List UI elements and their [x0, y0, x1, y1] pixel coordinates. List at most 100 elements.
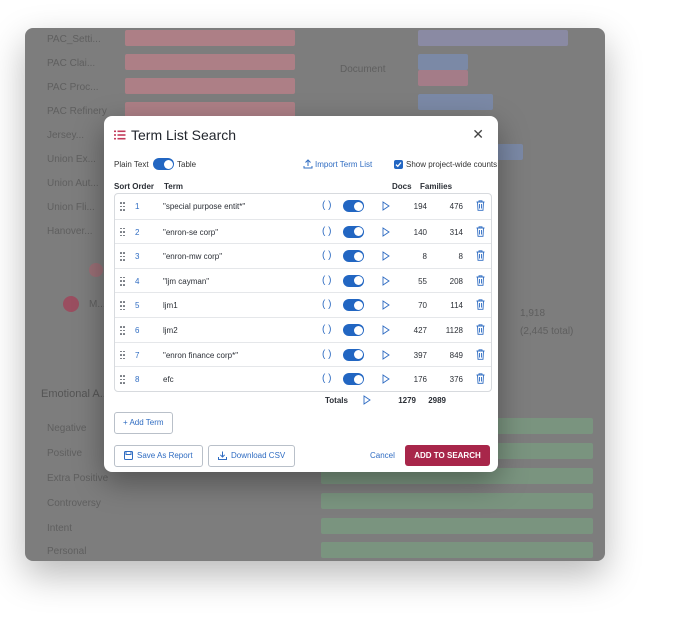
drag-handle-icon[interactable]: [120, 202, 126, 211]
parentheses-icon[interactable]: ( ): [322, 373, 331, 384]
play-icon[interactable]: [382, 201, 390, 211]
term-enabled-toggle[interactable]: [343, 250, 364, 263]
table-row: 7 "enron finance corp*" ( ) 397 849: [115, 341, 491, 367]
toggle-knob: [353, 300, 363, 310]
term-enabled-toggle[interactable]: [343, 299, 364, 312]
toggle-knob: [353, 227, 363, 237]
parentheses-icon[interactable]: ( ): [322, 349, 331, 360]
bg-label: (2,445 total): [520, 326, 574, 337]
show-counts-label: Show project-wide counts: [406, 160, 498, 169]
docs-cell: 55: [418, 276, 427, 286]
term-enabled-toggle[interactable]: [343, 348, 364, 361]
list-icon: [114, 130, 126, 140]
dialog-header: Term List Search ✕: [114, 126, 488, 148]
cancel-button[interactable]: Cancel: [370, 451, 395, 460]
close-icon[interactable]: ✕: [472, 126, 484, 143]
table-row: 6 ljm2 ( ) 427 1128: [115, 317, 491, 342]
term-header: Term: [164, 182, 183, 191]
drag-handle-icon[interactable]: [120, 252, 126, 261]
bg-label: PAC_Setti...: [47, 34, 101, 45]
bg-bar: [321, 542, 593, 558]
sort-order-cell: 1: [135, 202, 140, 211]
bg-bar: [418, 54, 468, 70]
families-cell: 1128: [445, 326, 463, 335]
bg-heading: Emotional A...: [41, 388, 109, 400]
play-icon[interactable]: [382, 251, 390, 262]
parentheses-icon[interactable]: ( ): [322, 299, 331, 310]
bg-label: PAC Clai...: [47, 58, 96, 69]
toggle-knob: [163, 159, 173, 169]
parentheses-icon[interactable]: ( ): [322, 226, 331, 237]
play-icon[interactable]: [382, 226, 390, 237]
parentheses-icon[interactable]: ( ): [322, 200, 331, 211]
bg-label: Positive: [47, 448, 83, 459]
sort-order-header: Sort Order: [114, 182, 155, 191]
bg-label: PAC Proc...: [47, 82, 99, 93]
sort-order-cell: 3: [135, 252, 140, 262]
term-cell: "enron-mw corp": [163, 252, 223, 262]
term-table: 1 "special purpose entit*"( ) 194 476 2 "enro…: [114, 193, 492, 392]
import-label: Import Term List: [315, 160, 373, 169]
dialog-title: Term List Search: [131, 127, 237, 143]
trash-icon[interactable]: [476, 348, 485, 360]
families-cell: 376: [449, 375, 463, 385]
table-row: 4 "ljm cayman" ( ) 55 208: [115, 267, 491, 293]
drag-handle-icon[interactable]: [120, 227, 126, 237]
toggle-knob: [353, 276, 363, 286]
trash-icon[interactable]: [476, 225, 485, 237]
term-enabled-toggle[interactable]: [343, 225, 364, 238]
docs-cell: 8: [422, 252, 427, 262]
drag-handle-icon[interactable]: [120, 301, 126, 311]
term-enabled-toggle[interactable]: [343, 324, 364, 336]
sort-order-cell: 8: [135, 375, 140, 385]
add-to-search-button[interactable]: ADD TO SEARCH: [405, 445, 490, 466]
bg-label: Hanover...: [47, 226, 93, 237]
bg-bar: [125, 54, 295, 70]
term-cell: "enron finance corp*": [163, 350, 239, 360]
term-enabled-toggle[interactable]: [343, 274, 364, 287]
mode-toggle[interactable]: [153, 158, 174, 170]
bg-bar: [497, 144, 523, 160]
bg-label: Jersey...: [47, 130, 85, 141]
add-term-button[interactable]: + Add Term: [114, 412, 173, 434]
parentheses-icon[interactable]: ( ): [322, 324, 331, 335]
bg-label: Intent: [47, 523, 73, 534]
trash-icon[interactable]: [476, 275, 485, 286]
download-csv-button[interactable]: Download CSV: [208, 445, 296, 467]
drag-handle-icon[interactable]: [120, 350, 126, 360]
show-counts-checkbox[interactable]: [394, 160, 403, 169]
parentheses-icon[interactable]: ( ): [322, 250, 331, 261]
bg-bar: [418, 70, 468, 86]
families-cell: 114: [450, 301, 463, 311]
trash-icon[interactable]: [476, 250, 485, 261]
drag-handle-icon[interactable]: [120, 375, 126, 384]
import-term-list-link[interactable]: Import Term List: [303, 159, 372, 169]
play-icon[interactable]: [382, 349, 390, 360]
play-icon[interactable]: [382, 325, 390, 335]
download-csv-label: Download CSV: [231, 451, 286, 460]
parentheses-icon[interactable]: ( ): [322, 275, 331, 286]
term-cell: efc: [163, 375, 174, 385]
trash-icon[interactable]: [476, 324, 485, 335]
save-as-report-button[interactable]: Save As Report: [114, 445, 203, 467]
drag-handle-icon[interactable]: [120, 326, 126, 335]
toggle-knob: [353, 201, 363, 211]
docs-header: Docs: [392, 182, 412, 191]
bg-label: Union Aut...: [47, 178, 99, 189]
term-enabled-toggle[interactable]: [343, 200, 364, 212]
play-icon[interactable]: [382, 300, 390, 311]
toggle-knob: [353, 374, 363, 384]
trash-icon[interactable]: [476, 373, 485, 384]
toggle-knob: [353, 251, 363, 261]
play-icon[interactable]: [382, 374, 390, 385]
trash-icon[interactable]: [476, 200, 485, 211]
drag-handle-icon[interactable]: [120, 276, 126, 286]
families-cell: 314: [449, 227, 463, 237]
play-icon[interactable]: [382, 275, 390, 286]
families-cell: 849: [449, 350, 463, 360]
bg-bar: [321, 518, 593, 534]
term-enabled-toggle[interactable]: [343, 373, 364, 386]
trash-icon[interactable]: [476, 299, 485, 311]
play-icon[interactable]: [363, 395, 371, 405]
bg-label: Document: [340, 64, 386, 75]
